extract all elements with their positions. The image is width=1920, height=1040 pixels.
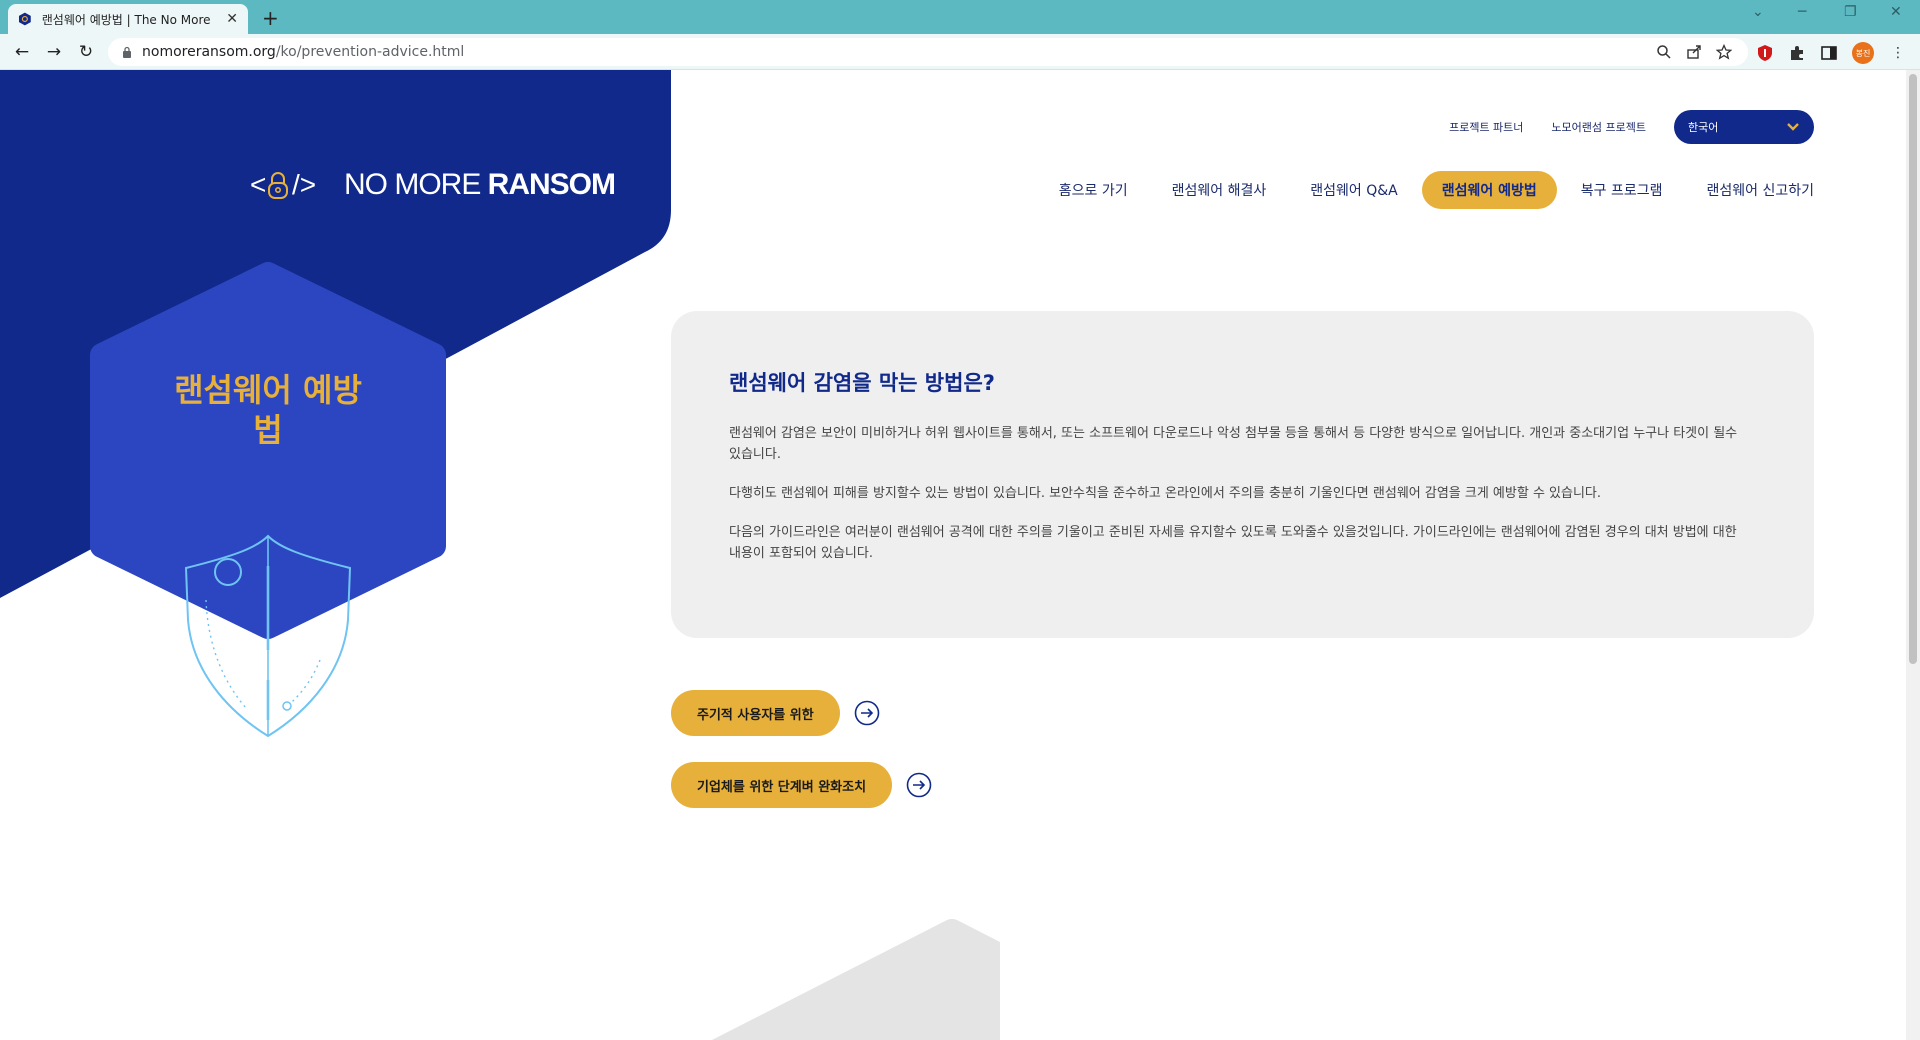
arrow-right-circle-icon[interactable] xyxy=(906,772,932,798)
language-value: 한국어 xyxy=(1688,121,1719,134)
extensions-puzzle-icon[interactable] xyxy=(1788,44,1806,62)
main-nav: 홈으로 가기 랜섬웨어 해결사 랜섬웨어 Q&A 랜섬웨어 예방법 복구 프로그… xyxy=(1015,171,1814,209)
home-users-button[interactable]: 주기적 사용자를 위한 xyxy=(671,690,840,736)
page-scrollbar[interactable] xyxy=(1906,70,1920,1040)
extension-shield-icon[interactable] xyxy=(1756,44,1774,62)
new-tab-button[interactable]: + xyxy=(262,6,279,30)
share-icon[interactable] xyxy=(1686,44,1702,60)
scrollbar-thumb[interactable] xyxy=(1909,74,1917,664)
nav-report-crime[interactable]: 랜섬웨어 신고하기 xyxy=(1707,171,1815,209)
cta-businesses: 기업체를 위한 단계벼 완화조치 xyxy=(671,762,932,808)
intro-paragraph: 다음의 가이드라인은 여러분이 랜섬웨어 공격에 대한 주의를 기울이고 준비된… xyxy=(729,525,1737,561)
page-viewport: < /> NO MORE RANSOM 랜섬웨어 예방 법 프로젝트 파트너 노… xyxy=(0,70,1920,1040)
top-link-partners[interactable]: 프로젝트 파트너 xyxy=(1449,119,1523,135)
url-host: nomoreransom.org xyxy=(142,44,276,60)
address-bar[interactable]: nomoreransom.org /ko/prevention-advice.h… xyxy=(108,38,1748,66)
browser-tab[interactable]: 랜섬웨어 예방법 | The No More ✕ xyxy=(8,4,248,34)
intro-heading: 랜섬웨어 감염을 막는 방법은? xyxy=(729,371,995,395)
site-logo[interactable]: < /> NO MORE RANSOM xyxy=(250,168,616,202)
top-links: 프로젝트 파트너 노모어랜섬 프로젝트 한국어 xyxy=(1449,110,1814,144)
forward-arrow-icon[interactable]: → xyxy=(44,42,64,62)
site-favicon-icon xyxy=(18,12,31,26)
lock-icon xyxy=(123,46,131,58)
cta-home-users: 주기적 사용자를 위한 xyxy=(671,690,880,736)
nav-qa[interactable]: 랜섬웨어 Q&A xyxy=(1310,171,1397,209)
nav-prevention-advice[interactable]: 랜섬웨어 예방법 xyxy=(1421,171,1557,209)
browser-tabstrip: 랜섬웨어 예방법 | The No More ✕ + ⌄ ─ ❐ ✕ xyxy=(0,0,1920,34)
intro-paragraph: 랜섬웨어 감염은 보안이 미비하거나 허위 웹사이트를 통해서, 또는 소프트웨… xyxy=(729,426,1738,462)
nav-decryptor[interactable]: 랜섬웨어 해결사 xyxy=(1172,171,1267,209)
zoom-icon[interactable] xyxy=(1656,44,1672,60)
svg-text:/>: /> xyxy=(292,169,316,200)
minimize-button[interactable]: ─ xyxy=(1798,4,1806,20)
profile-avatar[interactable]: 봉진 xyxy=(1852,42,1874,64)
back-arrow-icon[interactable]: ← xyxy=(12,42,32,62)
shield-illustration-icon xyxy=(184,534,352,738)
businesses-button[interactable]: 기업체를 위한 단계벼 완화조치 xyxy=(671,762,893,808)
tab-title: 랜섬웨어 예방법 | The No More xyxy=(41,12,211,27)
intro-card: 랜섬웨어 감염을 막는 방법은? 랜섬웨어 감염은 보안이 미비하거나 허위 웹… xyxy=(671,311,1814,638)
nav-recovery-tools[interactable]: 복구 프로그램 xyxy=(1581,171,1663,209)
chevron-down-icon xyxy=(1787,123,1799,131)
arrow-right-circle-icon[interactable] xyxy=(854,700,880,726)
logo-padlock-icon: < /> xyxy=(250,169,316,200)
hero-title: 랜섬웨어 예방 법 xyxy=(174,371,362,449)
close-window-button[interactable]: ✕ xyxy=(1890,4,1902,20)
top-link-project[interactable]: 노모어랜섬 프로젝트 xyxy=(1551,119,1646,135)
language-select[interactable]: 한국어 xyxy=(1674,110,1814,144)
tab-close-icon[interactable]: ✕ xyxy=(226,11,238,27)
logo-text: NO MORE RANSOM xyxy=(344,168,616,201)
svg-text:<: < xyxy=(250,169,266,200)
side-panel-icon[interactable] xyxy=(1820,44,1838,62)
reload-icon[interactable]: ↻ xyxy=(76,42,96,62)
restore-button[interactable]: ❐ xyxy=(1844,4,1857,20)
url-path: /ko/prevention-advice.html xyxy=(275,44,465,60)
intro-paragraph: 다행히도 랜섬웨어 피해를 방지할수 있는 방법이 있습니다. 보안수칙을 준수… xyxy=(729,486,1602,501)
bookmark-star-icon[interactable] xyxy=(1716,44,1732,60)
nav-home[interactable]: 홈으로 가기 xyxy=(1059,171,1128,209)
browser-toolbar: ← → ↻ nomoreransom.org /ko/prevention-ad… xyxy=(0,34,1920,70)
menu-kebab-icon[interactable]: ⋮ xyxy=(1888,43,1908,63)
tab-search-icon[interactable]: ⌄ xyxy=(1752,4,1764,20)
